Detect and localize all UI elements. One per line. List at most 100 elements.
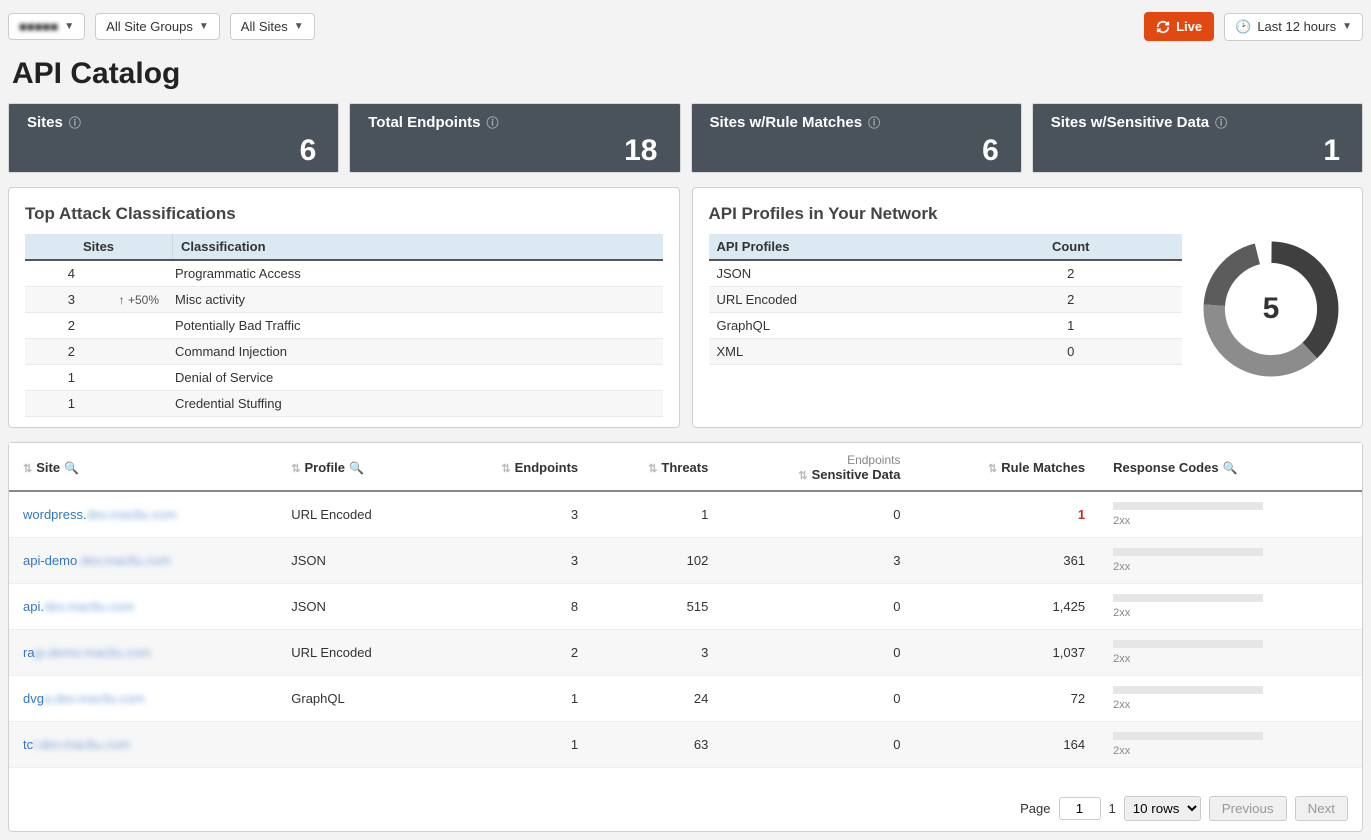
api-profile-row[interactable]: URL Encoded2 [709, 287, 1183, 313]
search-icon[interactable]: 🔍 [349, 461, 364, 475]
cell-response-codes: 2xx [1099, 722, 1362, 768]
panel-title: API Profiles in Your Network [709, 204, 1347, 224]
kpi-label: Sites w/Rule Matches [710, 114, 863, 131]
api-profile-row[interactable]: XML0 [709, 339, 1183, 365]
table-row: dvga.dev.macltu.comGraphQL1240722xx [9, 676, 1362, 722]
cell-rule-matches: 1,425 [914, 584, 1099, 630]
column-header-api-profiles[interactable]: API Profiles [709, 234, 960, 259]
table-row: tcl.dev.macltu.com16301642xx [9, 722, 1362, 768]
profile-count: 2 [959, 266, 1182, 281]
cell-response-codes: 2xx [1099, 676, 1362, 722]
info-icon[interactable]: ⓘ [868, 114, 880, 131]
live-button[interactable]: Live [1144, 12, 1214, 41]
profile-name: JSON [709, 266, 960, 281]
horizontal-scrollbar[interactable] [23, 768, 1348, 782]
cell-site: dvga.dev.macltu.com [9, 676, 277, 722]
cell-profile: JSON [277, 584, 437, 630]
cell-endpoints: 3 [437, 538, 592, 584]
site-link[interactable]: api.dev.macltu.com [23, 599, 134, 614]
api-profile-row[interactable]: JSON2 [709, 261, 1183, 287]
cell-sensitive: 0 [722, 676, 914, 722]
response-label: 2xx [1113, 699, 1130, 711]
search-icon[interactable]: 🔍 [64, 461, 79, 475]
cell-response-codes: 2xx [1099, 584, 1362, 630]
site-groups-dropdown[interactable]: All Site Groups ▼ [95, 13, 220, 40]
profile-name: URL Encoded [709, 292, 960, 307]
attack-classification-row[interactable]: 1 Denial of Service [25, 365, 663, 391]
column-header-response-codes[interactable]: Response Codes🔍 [1099, 443, 1362, 491]
kpi-sites: Sitesⓘ 6 [8, 103, 339, 173]
attack-row-name: Denial of Service [173, 370, 663, 385]
cell-response-codes: 2xx [1099, 491, 1362, 538]
column-header-classification[interactable]: Classification [173, 234, 663, 259]
site-link[interactable]: dvga.dev.macltu.com [23, 691, 145, 706]
response-label: 2xx [1113, 745, 1130, 757]
info-icon[interactable]: ⓘ [1215, 114, 1227, 131]
panel-title: Top Attack Classifications [25, 204, 663, 224]
site-groups-label: All Site Groups [106, 19, 193, 34]
cell-threats: 3 [592, 630, 722, 676]
column-header-site[interactable]: ⇅Site🔍 [9, 443, 277, 491]
column-header-sites[interactable]: Sites [25, 234, 173, 259]
chevron-down-icon: ▼ [199, 21, 209, 32]
cell-sensitive: 0 [722, 584, 914, 630]
cell-response-codes: 2xx [1099, 538, 1362, 584]
pager-previous-button[interactable]: Previous [1209, 796, 1287, 821]
top-attack-classifications-panel: Top Attack Classifications Sites Classif… [8, 187, 680, 428]
attack-classification-row[interactable]: 4Programmatic Access [25, 261, 663, 287]
kpi-value: 18 [624, 134, 657, 168]
sites-table-container: ⇅Site🔍 ⇅Profile🔍 ⇅Endpoints ⇅Threats End… [8, 442, 1363, 832]
column-header-threats[interactable]: ⇅Threats [592, 443, 722, 491]
cell-endpoints: 1 [437, 676, 592, 722]
column-header-rule-matches[interactable]: ⇅Rule Matches [914, 443, 1099, 491]
column-header-profile[interactable]: ⇅Profile🔍 [277, 443, 437, 491]
sites-dropdown[interactable]: All Sites ▼ [230, 13, 315, 40]
attack-classifications-body[interactable]: 4Programmatic Access3↑ +50%Misc activity… [25, 261, 663, 417]
org-dropdown[interactable]: ■■■■■ ▼ [8, 13, 85, 40]
cell-site: wordpress.dev.macltu.com [9, 491, 277, 538]
info-icon[interactable]: ⓘ [69, 114, 81, 131]
clock-icon: 🕑 [1235, 19, 1251, 35]
api-profile-row[interactable]: GraphQL1 [709, 313, 1183, 339]
cell-profile: URL Encoded [277, 491, 437, 538]
table-row: api-demo.dev.macltu.comJSON310233612xx [9, 538, 1362, 584]
table-row: rajp.demo.macltu.comURL Encoded2301,0372… [9, 630, 1362, 676]
site-link[interactable]: wordpress.dev.macltu.com [23, 507, 177, 522]
site-link[interactable]: api-demo.dev.macltu.com [23, 553, 171, 568]
chevron-down-icon: ▼ [294, 21, 304, 32]
cell-sensitive: 0 [722, 630, 914, 676]
column-header-count[interactable]: Count [959, 234, 1182, 259]
attack-classification-row[interactable]: 3↑ +50%Misc activity [25, 287, 663, 313]
cell-threats: 515 [592, 584, 722, 630]
time-range-dropdown[interactable]: 🕑 Last 12 hours ▼ [1224, 13, 1363, 41]
kpi-value: 1 [1323, 134, 1340, 168]
cell-rule-matches: 1,037 [914, 630, 1099, 676]
attack-row-name: Command Injection [173, 344, 663, 359]
pager-next-button[interactable]: Next [1295, 796, 1348, 821]
attack-classification-row[interactable]: 2 Command Injection [25, 339, 663, 365]
column-header-endpoints[interactable]: ⇅Endpoints [437, 443, 592, 491]
kpi-label: Sites w/Sensitive Data [1051, 114, 1209, 131]
pager-rows-select[interactable]: 10 rows [1124, 796, 1201, 821]
live-button-label: Live [1176, 19, 1202, 34]
response-label: 2xx [1113, 607, 1130, 619]
attack-classification-row[interactable]: 2Potentially Bad Traffic [25, 313, 663, 339]
chevron-down-icon: ▼ [1342, 21, 1352, 32]
cell-response-codes: 2xx [1099, 630, 1362, 676]
pager-page-input[interactable] [1059, 797, 1101, 820]
attack-row-count: 2 [25, 344, 93, 359]
kpi-value: 6 [300, 134, 317, 168]
sites-table: ⇅Site🔍 ⇅Profile🔍 ⇅Endpoints ⇅Threats End… [9, 443, 1362, 768]
column-header-sensitive-data[interactable]: Endpoints⇅Sensitive Data [722, 443, 914, 491]
cell-endpoints: 1 [437, 722, 592, 768]
response-bar [1113, 686, 1263, 694]
response-bar [1113, 732, 1263, 740]
attack-classification-row[interactable]: 1Credential Stuffing [25, 391, 663, 417]
api-profiles-donut-chart: 5 [1196, 234, 1346, 392]
attack-row-name: Programmatic Access [173, 266, 663, 281]
site-link[interactable]: rajp.demo.macltu.com [23, 645, 151, 660]
attack-row-count: 1 [25, 370, 93, 385]
site-link[interactable]: tcl.dev.macltu.com [23, 737, 130, 752]
search-icon[interactable]: 🔍 [1223, 461, 1238, 475]
info-icon[interactable]: ⓘ [486, 114, 498, 131]
